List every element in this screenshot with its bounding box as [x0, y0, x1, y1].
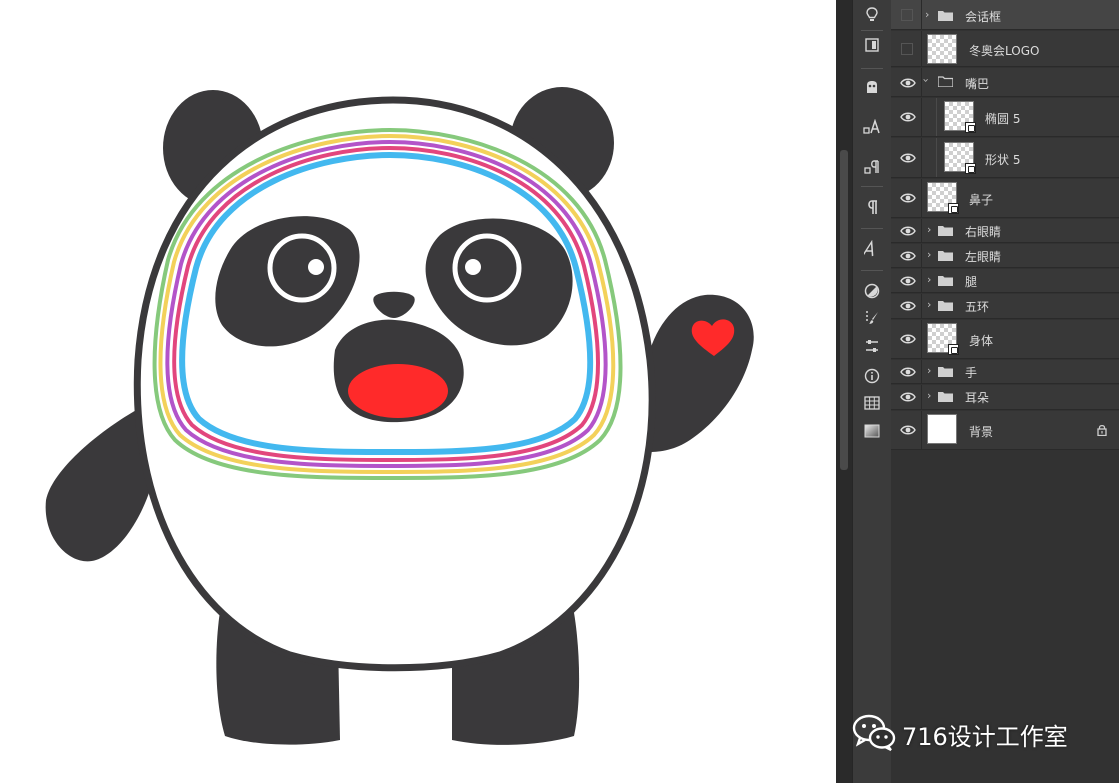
chevron-right-icon[interactable]: › — [927, 389, 931, 402]
eye-icon[interactable] — [900, 424, 916, 436]
folder-icon — [938, 225, 953, 236]
folder-icon — [938, 275, 953, 286]
lightbulb-icon[interactable] — [853, 0, 891, 30]
gradients-icon[interactable] — [853, 416, 891, 446]
chevron-right-icon[interactable]: › — [925, 8, 929, 21]
library-icon[interactable] — [853, 30, 891, 60]
chevron-right-icon[interactable]: › — [927, 298, 931, 311]
folder-open-icon — [938, 76, 953, 87]
layer-thumbnail — [927, 323, 959, 355]
right-eye-highlight — [465, 259, 481, 275]
brushes-icon[interactable] — [853, 303, 891, 333]
eye-icon[interactable] — [900, 111, 916, 123]
vector-mask-icon — [948, 344, 959, 355]
paragraph-styles-icon[interactable] — [853, 152, 891, 182]
layer-name: 冬奥会LOGO — [969, 44, 1040, 58]
lock-icon[interactable] — [1097, 424, 1107, 436]
chevron-right-icon[interactable]: › — [927, 364, 931, 377]
glyphs-icon[interactable] — [853, 234, 891, 264]
layer-name: 腿 — [965, 275, 978, 289]
properties-icon[interactable] — [853, 72, 891, 102]
chevron-right-icon[interactable]: › — [927, 273, 931, 286]
paragraph-icon[interactable] — [853, 192, 891, 222]
scrollbar-thumb[interactable] — [840, 150, 848, 470]
chevron-down-icon[interactable]: › — [920, 78, 933, 82]
watermark-text: 716设计工作室 — [902, 722, 1068, 751]
layer-name: 嘴巴 — [965, 77, 990, 91]
eye-icon[interactable] — [900, 300, 916, 312]
layer-name: 椭圆 5 — [985, 112, 1021, 126]
layer-row-mouth-group[interactable]: › 嘴巴 — [891, 68, 1119, 97]
swatches-grid-icon[interactable] — [853, 388, 891, 418]
layer-row-nose[interactable]: 鼻子 — [891, 179, 1119, 218]
vector-mask-icon — [965, 163, 976, 174]
left-eye-highlight — [308, 259, 324, 275]
panda-illustration — [45, 87, 754, 745]
layer-name: 手 — [965, 366, 978, 380]
layer-row-hands-group[interactable]: › 手 — [891, 360, 1119, 384]
layer-row-ears-group[interactable]: › 耳朵 — [891, 385, 1119, 410]
canvas-scrollbar[interactable] — [836, 0, 852, 783]
folder-icon — [938, 250, 953, 261]
eye-icon[interactable] — [900, 366, 916, 378]
layer-row-body[interactable]: 身体 — [891, 320, 1119, 359]
adjustments-icon[interactable] — [853, 276, 891, 306]
eye-icon[interactable] — [900, 275, 916, 287]
layer-row-background[interactable]: 背景 — [891, 411, 1119, 450]
layer-thumbnail — [927, 34, 957, 64]
layer-name: 身体 — [969, 334, 994, 348]
folder-icon — [938, 391, 953, 402]
layer-name: 五环 — [965, 300, 990, 314]
layer-row-right-eye-group[interactable]: › 右眼睛 — [891, 219, 1119, 243]
layer-row-left-eye-group[interactable]: › 左眼睛 — [891, 244, 1119, 268]
layer-thumbnail — [944, 142, 976, 174]
document-canvas[interactable] — [0, 0, 836, 783]
layer-row-ellipse-5[interactable]: 椭圆 5 — [891, 98, 1119, 137]
vector-mask-icon — [965, 122, 976, 133]
layer-name: 背景 — [969, 425, 994, 439]
visibility-toggle[interactable] — [901, 9, 913, 21]
folder-icon — [938, 300, 953, 311]
layer-row-logo[interactable]: 冬奥会LOGO — [891, 31, 1119, 67]
eye-icon[interactable] — [900, 250, 916, 262]
layer-thumbnail — [927, 414, 957, 444]
chevron-right-icon[interactable]: › — [927, 248, 931, 261]
vector-mask-icon — [948, 203, 959, 214]
layer-name: 左眼睛 — [965, 250, 1002, 264]
panel-toolstrip — [852, 0, 892, 783]
left-arm — [45, 408, 151, 562]
eye-icon[interactable] — [900, 192, 916, 204]
layer-name: 形状 5 — [985, 153, 1021, 167]
chevron-right-icon[interactable]: › — [927, 223, 931, 236]
eye-icon[interactable] — [900, 391, 916, 403]
layer-row-legs-group[interactable]: › 腿 — [891, 269, 1119, 293]
layer-row-olympic-rings-group[interactable]: › 五环 — [891, 294, 1119, 319]
tongue — [348, 364, 448, 418]
layer-name: 会话框 — [965, 10, 1002, 24]
layer-row-dialog-group[interactable]: › 会话框 — [891, 0, 1119, 30]
visibility-toggle[interactable] — [901, 43, 913, 55]
right-arm — [650, 294, 754, 452]
folder-icon — [938, 10, 953, 21]
info-icon[interactable] — [853, 361, 891, 391]
right-eye — [452, 233, 522, 303]
folder-icon — [938, 366, 953, 377]
left-eye — [267, 233, 337, 303]
layer-name: 鼻子 — [969, 193, 994, 207]
layer-thumbnail — [944, 101, 976, 133]
eye-icon[interactable] — [900, 152, 916, 164]
wechat-icon — [852, 713, 896, 755]
layer-name: 耳朵 — [965, 391, 990, 405]
layers-panel: › 会话框 冬奥会LOGO › 嘴巴 椭圆 5 形状 5 鼻子 › 右眼睛 › … — [891, 0, 1119, 783]
layer-name: 右眼睛 — [965, 225, 1002, 239]
eye-icon[interactable] — [900, 77, 916, 89]
layer-thumbnail — [927, 182, 959, 214]
eye-icon[interactable] — [900, 333, 916, 345]
brush-settings-icon[interactable] — [853, 331, 891, 361]
watermark: 716设计工作室 — [852, 712, 1068, 756]
character-icon[interactable] — [853, 112, 891, 142]
eye-icon[interactable] — [900, 225, 916, 237]
layer-row-shape-5[interactable]: 形状 5 — [891, 138, 1119, 178]
